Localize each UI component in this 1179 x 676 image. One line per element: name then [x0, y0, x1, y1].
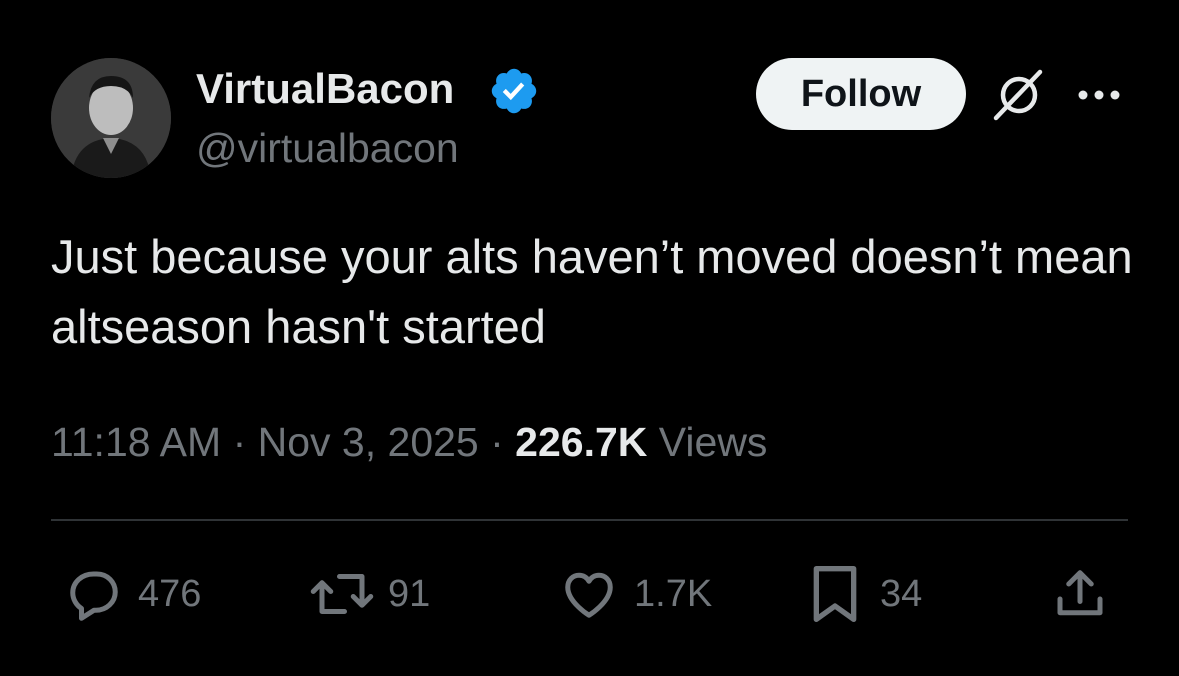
like-button[interactable]: 1.7K	[558, 562, 712, 626]
avatar[interactable]	[51, 58, 171, 178]
grok-icon[interactable]	[990, 66, 1048, 124]
views-count[interactable]: 226.7K	[515, 419, 647, 465]
reply-count: 476	[138, 572, 202, 615]
bookmark-button[interactable]: 34	[808, 562, 922, 626]
tweet-meta: 11:18 AM · Nov 3, 2025 · 226.7K Views	[51, 415, 767, 469]
repost-button[interactable]: 91	[306, 562, 430, 626]
reply-button[interactable]: 476	[64, 562, 201, 626]
bookmark-count: 34	[880, 572, 923, 615]
author-handle[interactable]: @virtualbacon	[196, 124, 459, 172]
more-horizontal-icon[interactable]	[1076, 80, 1122, 110]
author-display-name[interactable]: VirtualBacon	[196, 64, 454, 114]
repost-count: 91	[388, 572, 431, 615]
tweet-time[interactable]: 11:18 AM	[51, 419, 221, 465]
meta-separator: ·	[221, 419, 258, 465]
heart-icon	[565, 572, 613, 618]
repost-icon	[310, 574, 374, 614]
share-button[interactable]	[1050, 562, 1110, 626]
like-count: 1.7K	[634, 572, 713, 615]
follow-button[interactable]: Follow	[756, 58, 966, 130]
divider	[51, 519, 1128, 521]
views-label: Views	[658, 419, 768, 465]
cutoff-row	[51, 660, 1151, 676]
verified-badge-icon[interactable]	[488, 65, 540, 117]
meta-separator: ·	[478, 419, 516, 465]
share-icon	[1057, 570, 1103, 616]
tweet-text: Just because your alts haven’t moved doe…	[51, 230, 1133, 353]
bookmark-icon	[813, 566, 857, 622]
tweet-date[interactable]: Nov 3, 2025	[258, 419, 479, 465]
reply-icon	[70, 571, 118, 621]
